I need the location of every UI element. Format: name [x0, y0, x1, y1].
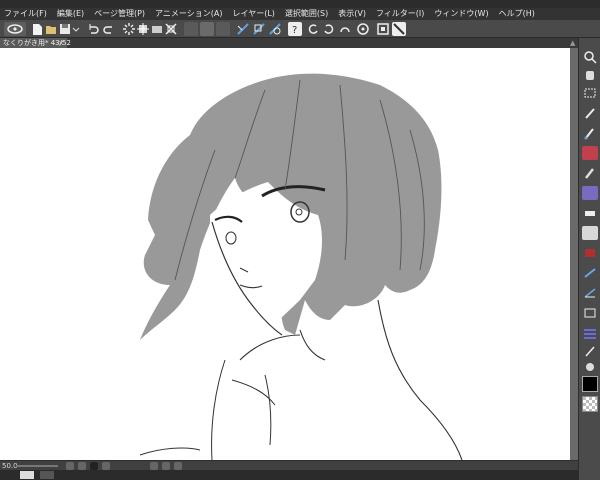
- zoom-slider[interactable]: [16, 465, 58, 467]
- shoulder-line: [239, 334, 301, 361]
- blend-icon[interactable]: [582, 360, 598, 374]
- rotate-reset-status-icon[interactable]: [162, 462, 170, 470]
- fit-icon[interactable]: [90, 462, 98, 470]
- vertical-scrollbar[interactable]: [570, 48, 578, 460]
- left-shoulder: [139, 447, 201, 456]
- menu-help[interactable]: ヘルプ(H): [499, 8, 535, 20]
- menu-file[interactable]: ファイル(F): [4, 8, 47, 20]
- menu-animation[interactable]: アニメーション(A): [155, 8, 222, 20]
- arm-line: [211, 359, 226, 460]
- menu-view[interactable]: 表示(V): [338, 8, 366, 20]
- snap-special-icon[interactable]: [200, 22, 214, 36]
- snap-to-special-icon[interactable]: [268, 22, 282, 36]
- move-icon[interactable]: [136, 22, 150, 36]
- snap-ruler-icon[interactable]: [164, 22, 178, 36]
- command-bar: ?: [0, 20, 600, 38]
- ruler-tool-icon[interactable]: [582, 286, 598, 300]
- window-title: [150, 0, 153, 6]
- snap-to-ruler-icon[interactable]: [236, 22, 250, 36]
- snap-grid-icon[interactable]: [184, 22, 198, 36]
- page-thumbnail-icon[interactable]: [20, 471, 34, 479]
- page-list-icon[interactable]: [40, 471, 54, 479]
- status-bar: 50.0: [0, 460, 578, 470]
- window-title-bar: [0, 0, 600, 8]
- menu-filter[interactable]: フィルター(I): [376, 8, 424, 20]
- canvas-tab[interactable]: なくりがき用* 43/52 ×: [0, 38, 71, 48]
- rotate-right-icon[interactable]: [322, 22, 336, 36]
- correction-icon[interactable]: [582, 344, 598, 358]
- artwork: [139, 73, 463, 460]
- rotate-left-icon[interactable]: [306, 22, 320, 36]
- decoration-icon[interactable]: [582, 146, 598, 160]
- zoom-out-icon[interactable]: [66, 462, 74, 470]
- selection-icon[interactable]: [582, 86, 598, 100]
- balloon-icon[interactable]: [582, 326, 598, 340]
- menu-window[interactable]: ウィンドウ(W): [434, 8, 488, 20]
- undo-icon[interactable]: [86, 22, 100, 36]
- canvas-area: [0, 48, 578, 460]
- clip-studio-icon[interactable]: [4, 22, 26, 36]
- menu-page[interactable]: ページ管理(P): [94, 8, 145, 20]
- rotate-left-status-icon[interactable]: [150, 462, 158, 470]
- open-file-icon[interactable]: [44, 22, 58, 36]
- ruler-display-icon[interactable]: [392, 22, 406, 36]
- pen-icon[interactable]: [582, 126, 598, 140]
- frame-icon[interactable]: [376, 22, 390, 36]
- menu-selection[interactable]: 選択範囲(S): [285, 8, 328, 20]
- back-line: [377, 299, 463, 460]
- brush-icon[interactable]: [582, 166, 598, 180]
- airbrush-icon[interactable]: [582, 186, 598, 200]
- help-icon[interactable]: ?: [288, 22, 302, 36]
- ruler-icon[interactable]: [216, 22, 230, 36]
- snap-to-grid-icon[interactable]: [252, 22, 266, 36]
- hand-icon[interactable]: [582, 68, 598, 82]
- bottom-bar: [0, 470, 578, 480]
- transparent-color-swatch[interactable]: [582, 396, 598, 412]
- rotate-right-status-icon[interactable]: [174, 462, 182, 470]
- close-icon[interactable]: ×: [58, 38, 64, 48]
- zoom-in-icon[interactable]: [78, 462, 86, 470]
- chevron-down-icon[interactable]: [72, 22, 80, 36]
- figure-icon[interactable]: [582, 266, 598, 280]
- text-icon[interactable]: [582, 306, 598, 320]
- gradient-icon[interactable]: [582, 246, 598, 260]
- menu-bar: ファイル(F) 編集(E) ページ管理(P) アニメーション(A) レイヤー(L…: [0, 8, 600, 20]
- loading-icon[interactable]: [122, 22, 136, 36]
- drawing-canvas[interactable]: [0, 48, 570, 460]
- eyedropper-icon[interactable]: [582, 106, 598, 120]
- redo-icon[interactable]: [102, 22, 116, 36]
- fill-icon[interactable]: [582, 226, 598, 240]
- chest-line: [264, 374, 272, 446]
- new-file-icon[interactable]: [30, 22, 44, 36]
- menu-layer[interactable]: レイヤー(L): [232, 8, 274, 20]
- menu-edit[interactable]: 編集(E): [57, 8, 84, 20]
- rotate-reset-icon[interactable]: [338, 22, 352, 36]
- neck-line: [299, 329, 326, 361]
- canvas-tab-bar: なくりがき用* 43/52 × ▲: [0, 38, 578, 48]
- actual-size-icon[interactable]: [102, 462, 110, 470]
- zoom-icon[interactable]: [582, 50, 598, 64]
- collapse-icon[interactable]: ▲: [570, 39, 578, 47]
- save-icon[interactable]: [58, 22, 72, 36]
- flip-icon[interactable]: [356, 22, 370, 36]
- transform-icon[interactable]: [150, 22, 164, 36]
- eraser-icon[interactable]: [582, 206, 598, 220]
- svg-text:?: ?: [292, 25, 297, 36]
- main-color-swatch[interactable]: [582, 376, 598, 392]
- tool-sidebar: [578, 38, 600, 480]
